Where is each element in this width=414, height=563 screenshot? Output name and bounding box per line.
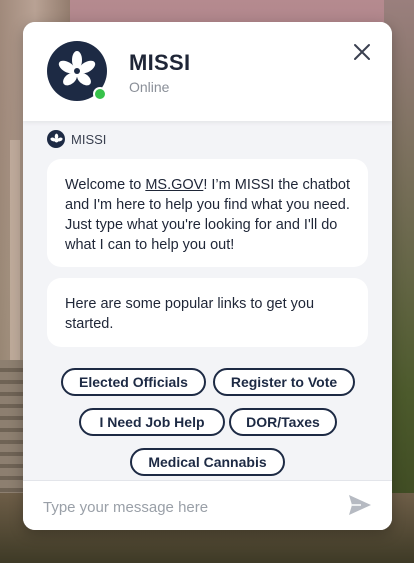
message-sender: MISSI [47, 130, 106, 148]
close-button[interactable] [350, 40, 374, 64]
quick-link-medical-cannabis[interactable]: Medical Cannabis [130, 448, 285, 476]
bot-status: Online [129, 79, 170, 95]
bot-name: MISSI [129, 50, 191, 75]
quick-link-register-to-vote[interactable]: Register to Vote [213, 368, 355, 396]
send-button[interactable] [348, 494, 372, 516]
message-input[interactable] [41, 494, 335, 520]
bot-message: Here are some popular links to get you s… [47, 278, 368, 347]
message-composer [23, 480, 392, 530]
ms-gov-link[interactable]: MS.GOV [145, 177, 203, 193]
magnolia-icon [49, 133, 63, 142]
quick-link-elected-officials[interactable]: Elected Officials [61, 368, 206, 396]
chat-widget: MISSI Online MISSI Welcome to MS.GOV! I’… [23, 22, 392, 530]
sender-name: MISSI [71, 131, 107, 147]
bot-message: Welcome to MS.GOV! I’m MISSI the chatbot… [47, 159, 368, 267]
send-icon [349, 495, 371, 515]
sender-avatar [47, 130, 65, 148]
chat-header: MISSI Online [23, 22, 392, 121]
magnolia-icon [58, 51, 96, 86]
message-text: Here are some popular links to get you s… [65, 296, 315, 332]
quick-link-job-help[interactable]: I Need Job Help [79, 408, 225, 436]
close-icon [354, 44, 370, 60]
online-status-dot [93, 87, 107, 101]
quick-link-dor-taxes[interactable]: DOR/Taxes [229, 408, 337, 436]
message-text: Welcome to [65, 177, 146, 193]
